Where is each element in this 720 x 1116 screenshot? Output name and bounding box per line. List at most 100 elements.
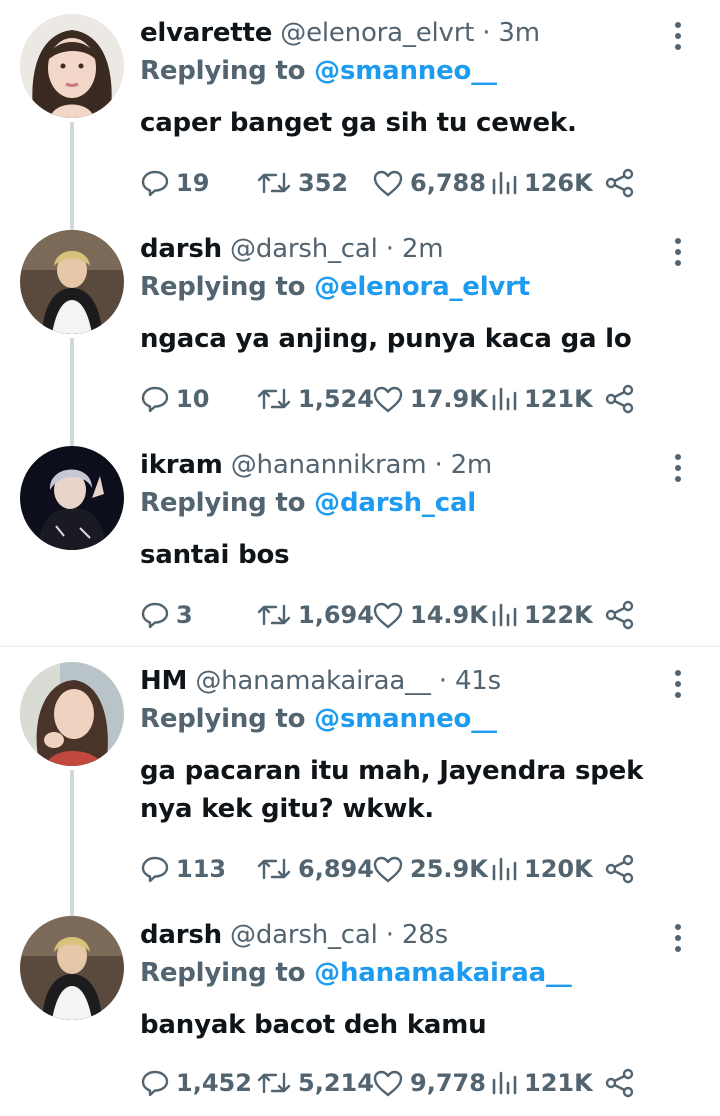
- tweet-header: darsh @darsh_cal · 28s: [140, 920, 448, 950]
- separator-dot: ·: [438, 666, 447, 696]
- tweet[interactable]: darsh @darsh_cal · 28s Replying to @hana…: [0, 902, 720, 1116]
- reply-mention-link[interactable]: @elenora_elvrt: [314, 272, 530, 302]
- replying-to-label: Replying to: [140, 488, 306, 518]
- views-button[interactable]: 120K: [490, 851, 593, 887]
- separator-dot: ·: [385, 234, 394, 264]
- user-handle[interactable]: @darsh_cal: [230, 920, 378, 950]
- views-count: 120K: [524, 855, 593, 883]
- reply-mention-link[interactable]: @hanamakairaa__: [314, 958, 572, 988]
- timestamp[interactable]: 28s: [402, 920, 448, 950]
- display-name[interactable]: ikram: [140, 450, 223, 480]
- reply-button[interactable]: 3: [140, 597, 193, 633]
- share-button[interactable]: [604, 851, 636, 887]
- share-button[interactable]: [604, 165, 636, 201]
- tweet[interactable]: darsh @darsh_cal · 2m Replying to @eleno…: [0, 216, 720, 432]
- more-icon[interactable]: [666, 670, 690, 698]
- replying-to: Replying to @darsh_cal: [140, 488, 476, 518]
- like-icon: [373, 602, 403, 629]
- more-icon[interactable]: [666, 238, 690, 266]
- views-icon: [492, 1071, 517, 1095]
- replying-to-label: Replying to: [140, 958, 306, 988]
- reply-button[interactable]: 113: [140, 851, 226, 887]
- avatar[interactable]: [20, 230, 124, 334]
- views-count: 126K: [524, 169, 593, 197]
- like-button[interactable]: 6,788: [372, 165, 486, 201]
- views-button[interactable]: 122K: [490, 597, 593, 633]
- like-count: 17.9K: [410, 385, 488, 413]
- share-icon: [605, 854, 634, 884]
- views-button[interactable]: 121K: [490, 381, 593, 417]
- like-button[interactable]: 14.9K: [372, 597, 488, 633]
- like-button[interactable]: 9,778: [372, 1065, 486, 1101]
- views-button[interactable]: 126K: [490, 165, 593, 201]
- like-icon: [373, 386, 403, 413]
- reply-mention-link[interactable]: @smanneo__: [314, 704, 497, 734]
- tweet-actions: 19 352 6,788 126K: [140, 165, 700, 201]
- tweet[interactable]: HM @hanamakairaa__ · 41s Replying to @sm…: [0, 648, 720, 902]
- timestamp[interactable]: 3m: [498, 18, 540, 48]
- share-button[interactable]: [604, 597, 636, 633]
- reply-icon: [141, 856, 169, 883]
- reply-count: 1,452: [176, 1069, 252, 1097]
- views-count: 121K: [524, 385, 593, 413]
- reply-button[interactable]: 10: [140, 381, 209, 417]
- reply-mention-link[interactable]: @smanneo__: [314, 56, 497, 86]
- share-button[interactable]: [604, 381, 636, 417]
- replying-to: Replying to @smanneo__: [140, 56, 497, 86]
- user-handle[interactable]: @elenora_elvrt: [280, 18, 474, 48]
- display-name[interactable]: elvarette: [140, 18, 272, 48]
- reply-button[interactable]: 19: [140, 165, 209, 201]
- views-button[interactable]: 121K: [490, 1065, 593, 1101]
- tweet[interactable]: ikram @hanannikram · 2m Replying to @dar…: [0, 432, 720, 648]
- avatar[interactable]: [20, 446, 124, 550]
- reply-icon: [141, 1070, 169, 1097]
- tweet-actions: 113 6,894 25.9K 120K: [140, 851, 700, 887]
- timestamp[interactable]: 2m: [402, 234, 444, 264]
- replying-to: Replying to @elenora_elvrt: [140, 272, 530, 302]
- views-icon: [492, 857, 517, 881]
- avatar[interactable]: [20, 662, 124, 766]
- user-handle[interactable]: @darsh_cal: [230, 234, 378, 264]
- share-icon: [605, 168, 634, 198]
- share-button[interactable]: [604, 1065, 636, 1101]
- more-icon[interactable]: [666, 454, 690, 482]
- separator-dot: ·: [385, 920, 394, 950]
- reply-count: 10: [176, 385, 210, 413]
- tweet-header: darsh @darsh_cal · 2m: [140, 234, 444, 264]
- views-count: 121K: [524, 1069, 593, 1097]
- reply-mention-link[interactable]: @darsh_cal: [314, 488, 476, 518]
- display-name[interactable]: HM: [140, 666, 187, 696]
- retweet-count: 1,524: [298, 385, 374, 413]
- display-name[interactable]: darsh: [140, 234, 222, 264]
- like-button[interactable]: 17.9K: [372, 381, 488, 417]
- reply-button[interactable]: 1,452: [140, 1065, 252, 1101]
- reply-count: 3: [176, 601, 193, 629]
- like-icon: [373, 170, 403, 197]
- more-icon[interactable]: [666, 22, 690, 50]
- like-button[interactable]: 25.9K: [372, 851, 488, 887]
- timestamp[interactable]: 41s: [455, 666, 501, 696]
- display-name[interactable]: darsh: [140, 920, 222, 950]
- separator-dot: ·: [434, 450, 443, 480]
- reply-icon: [141, 386, 169, 413]
- reply-icon: [141, 602, 169, 629]
- retweet-button[interactable]: 1,524: [256, 381, 374, 417]
- more-icon[interactable]: [666, 924, 690, 952]
- retweet-button[interactable]: 6,894: [256, 851, 374, 887]
- timestamp[interactable]: 2m: [451, 450, 493, 480]
- views-icon: [492, 387, 517, 411]
- avatar[interactable]: [20, 916, 124, 1020]
- user-handle[interactable]: @hanannikram: [231, 450, 427, 480]
- retweet-icon: [257, 172, 291, 194]
- replying-to-label: Replying to: [140, 56, 306, 86]
- replying-to: Replying to @hanamakairaa__: [140, 958, 572, 988]
- like-count: 6,788: [410, 169, 486, 197]
- tweet-actions: 10 1,524 17.9K 121K: [140, 381, 700, 417]
- avatar[interactable]: [20, 14, 124, 118]
- user-handle[interactable]: @hanamakairaa__: [195, 666, 431, 696]
- retweet-button[interactable]: 352: [256, 165, 348, 201]
- retweet-button[interactable]: 5,214: [256, 1065, 374, 1101]
- tweet[interactable]: elvarette @elenora_elvrt · 3m Replying t…: [0, 0, 720, 216]
- retweet-button[interactable]: 1,694: [256, 597, 374, 633]
- retweet-icon: [257, 388, 291, 410]
